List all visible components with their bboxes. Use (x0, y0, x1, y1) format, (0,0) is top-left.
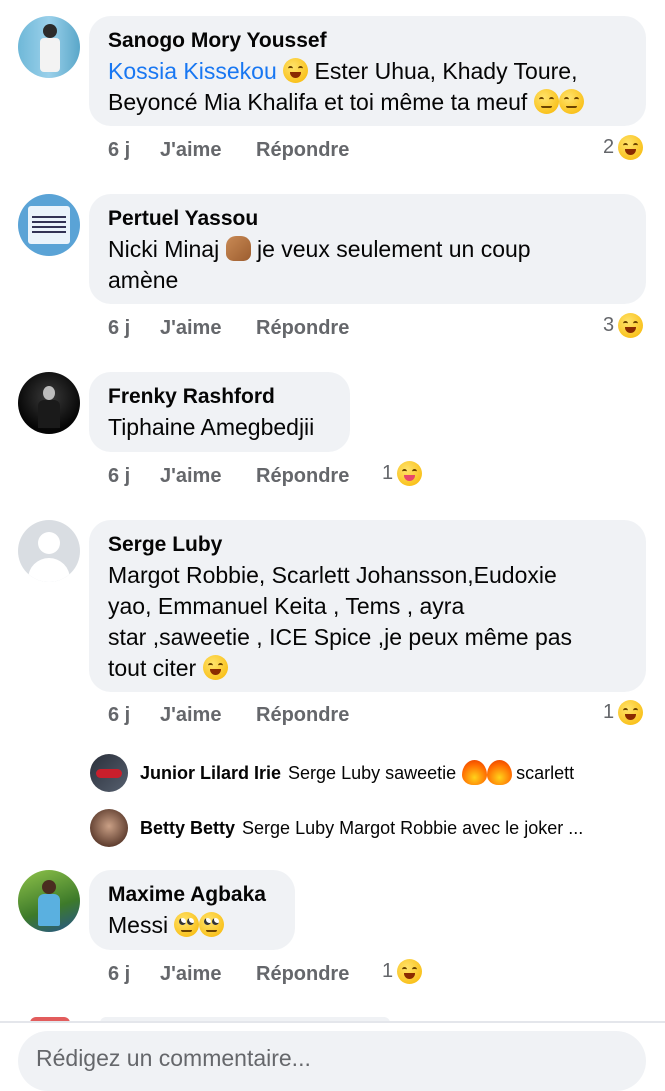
reply-author[interactable]: Betty Betty (140, 818, 235, 839)
comment-text: Tiphaine Amegbedjii (108, 414, 315, 440)
tongue-emoji-icon (397, 461, 423, 486)
comment-author[interactable]: Pertuel Yassou (108, 204, 626, 234)
reply-author[interactable]: Junior Lilard Irie (140, 763, 281, 784)
comment-text: Nicki Minaj (108, 236, 220, 262)
like-button[interactable]: J'aime (160, 963, 256, 986)
smirking-emoji-icon (558, 89, 584, 114)
comment-time: 6 j (108, 138, 131, 161)
comment-author[interactable]: Maxime Agbaka (108, 880, 275, 910)
reply-button[interactable]: Répondre (256, 465, 349, 488)
comment-text: Margot Robbie, Scarlett Johansson,Eudoxi… (108, 562, 557, 588)
laughing-emoji-icon (618, 313, 644, 338)
reaction-summary[interactable]: 2 (603, 135, 644, 160)
reaction-summary[interactable]: 1 (382, 461, 423, 486)
comment-text: Ester Uhua, Khady Toure, (314, 58, 578, 84)
avatar[interactable] (90, 809, 128, 847)
avatar[interactable] (18, 372, 80, 434)
reply-text: scarlett (516, 762, 575, 783)
comment-bubble: Frenky Rashford Tiphaine Amegbedjii (89, 372, 350, 452)
comment-text: tout citer (108, 655, 197, 681)
eye-roll-emoji-icon (174, 912, 200, 937)
laughing-emoji-icon (397, 959, 423, 984)
folded-hands-emoji-icon (225, 236, 251, 261)
comment-actions: 6 j J'aime Répondre (108, 313, 349, 343)
reply-button[interactable]: Répondre (256, 963, 349, 986)
comment-actions: 6 j J'aime Répondre (108, 700, 349, 730)
comment-actions: 6 j J'aime Répondre (108, 461, 349, 491)
laughing-emoji-icon (283, 58, 309, 83)
avatar[interactable] (18, 16, 80, 78)
reply-preview[interactable]: Junior Lilard Irie Serge Luby saweetie s… (90, 754, 574, 792)
like-button[interactable]: J'aime (160, 139, 256, 162)
comment-actions: 6 j J'aime Répondre (108, 959, 349, 989)
comment-text: Messi (108, 912, 169, 938)
comment-input-placeholder: Rédigez un commentaire... (36, 1045, 311, 1071)
laughing-emoji-icon (618, 700, 644, 725)
reaction-summary[interactable]: 1 (603, 700, 644, 725)
eye-roll-emoji-icon (199, 912, 225, 937)
comment-author[interactable]: Sanogo Mory Youssef (108, 26, 626, 56)
avatar[interactable] (90, 754, 128, 792)
comment-bubble: Pertuel Yassou Nicki Minaj je veux seule… (89, 194, 646, 304)
reaction-count: 1 (603, 701, 615, 723)
reply-button[interactable]: Répondre (256, 317, 349, 340)
reply-text: Serge Luby Margot Robbie avec le joker .… (242, 817, 584, 838)
avatar[interactable] (18, 870, 80, 932)
comment-text: yao, Emmanuel Keita , Tems , ayra (108, 593, 465, 619)
comment-bubble: Sanogo Mory Youssef Kossia Kissekou Este… (89, 16, 646, 126)
comment-actions: 6 j J'aime Répondre (108, 135, 349, 165)
comment-input[interactable]: Rédigez un commentaire... (18, 1031, 646, 1091)
avatar[interactable] (18, 194, 80, 256)
comment-time: 6 j (108, 962, 131, 985)
reply-button[interactable]: Répondre (256, 704, 349, 727)
comment-time: 6 j (108, 703, 131, 726)
fire-emoji-icon (462, 760, 488, 785)
reaction-count: 1 (382, 462, 394, 484)
reply-button[interactable]: Répondre (256, 139, 349, 162)
reply-preview[interactable]: Betty Betty Serge Luby Margot Robbie ave… (90, 809, 583, 847)
comment-text: Beyoncé Mia Khalifa et toi même ta meuf (108, 89, 528, 115)
like-button[interactable]: J'aime (160, 317, 256, 340)
comment-text: je veux seulement un coup (256, 236, 531, 262)
fire-emoji-icon (487, 760, 513, 785)
smirking-emoji-icon (533, 89, 559, 114)
comment-author[interactable]: Serge Luby (108, 530, 626, 560)
composer-divider (0, 1021, 665, 1023)
laughing-emoji-icon (202, 655, 228, 680)
like-button[interactable]: J'aime (160, 704, 256, 727)
comment-time: 6 j (108, 464, 131, 487)
reaction-summary[interactable]: 1 (382, 959, 423, 984)
comment-author[interactable]: Frenky Rashford (108, 382, 330, 412)
comment-bubble: Serge Luby Margot Robbie, Scarlett Johan… (89, 520, 646, 692)
reaction-count: 3 (603, 314, 615, 336)
reaction-count: 2 (603, 136, 615, 158)
comment-text: star ,saweetie , ICE Spice ,je peux même… (108, 624, 573, 650)
reaction-summary[interactable]: 3 (603, 313, 644, 338)
avatar[interactable] (18, 520, 80, 582)
reply-text: Serge Luby saweetie (288, 762, 457, 783)
comment-text: amène (108, 267, 179, 293)
comment-time: 6 j (108, 316, 131, 339)
reaction-count: 1 (382, 960, 394, 982)
mention-link[interactable]: Kossia Kissekou (108, 58, 277, 84)
like-button[interactable]: J'aime (160, 465, 256, 488)
laughing-emoji-icon (618, 135, 644, 160)
comment-bubble: Maxime Agbaka Messi (89, 870, 295, 950)
